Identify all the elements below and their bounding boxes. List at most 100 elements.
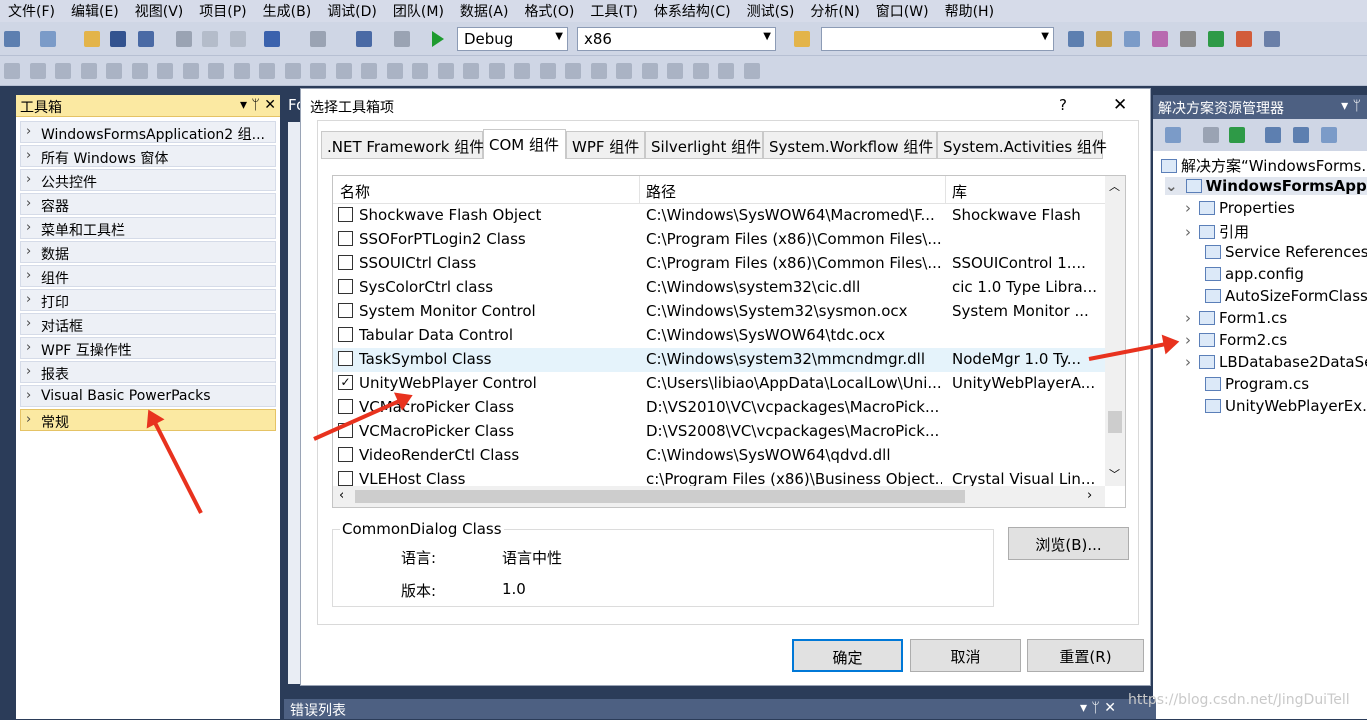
new-project-icon[interactable] — [4, 31, 20, 47]
layout-align-icon[interactable] — [565, 63, 581, 79]
expander-icon[interactable]: › — [1185, 223, 1191, 241]
search-combo[interactable]: ▼ — [821, 27, 1054, 51]
layout-align-icon[interactable] — [335, 63, 352, 79]
menu-item[interactable]: 帮助(H) — [937, 1, 1002, 21]
item-checkbox[interactable] — [338, 279, 353, 294]
class-diagram-icon[interactable] — [1321, 127, 1337, 143]
cut-icon[interactable] — [176, 31, 192, 47]
find-in-files-icon[interactable] — [794, 31, 810, 47]
menu-item[interactable]: 团队(M) — [385, 1, 452, 21]
toolbox-category[interactable]: › 对话框 — [20, 313, 276, 335]
scroll-thumb[interactable] — [1108, 411, 1122, 433]
menu-item[interactable]: 体系结构(C) — [646, 1, 739, 21]
expander-icon[interactable]: › — [1185, 309, 1191, 327]
layout-align-icon[interactable] — [259, 63, 275, 79]
toolbox-category[interactable]: › WPF 互操作性 — [20, 337, 276, 359]
save-icon[interactable] — [110, 31, 126, 47]
menu-item[interactable]: 文件(F) — [0, 1, 63, 21]
layout-align-icon[interactable] — [157, 63, 173, 79]
item-checkbox[interactable] — [338, 207, 353, 222]
menu-item[interactable]: 调试(D) — [319, 1, 385, 21]
solution-tree-item[interactable]: › 引用 — [1185, 221, 1249, 242]
layout-align-icon[interactable] — [208, 63, 224, 79]
solution-tree-item[interactable]: AutoSizeFormClass... — [1205, 287, 1367, 305]
solution-tree-item[interactable]: UnityWebPlayerEx.c... — [1205, 397, 1367, 415]
menu-item[interactable]: 项目(P) — [191, 1, 254, 21]
item-checkbox[interactable] — [338, 327, 353, 342]
expander-icon[interactable]: › — [1185, 331, 1191, 349]
layout-align-icon[interactable] — [488, 63, 505, 79]
redo-icon[interactable] — [310, 31, 326, 47]
save-all-icon[interactable] — [138, 31, 154, 47]
toolbox-category[interactable]: › 打印 — [20, 289, 276, 311]
layout-align-icon[interactable] — [80, 63, 97, 79]
list-item[interactable]: TaskSymbol Class C:\Windows\system32\mmcn… — [333, 348, 1105, 372]
browse-button[interactable]: 浏览(B)... — [1008, 527, 1129, 560]
reset-button[interactable]: 重置(R) — [1027, 639, 1144, 672]
tab-1[interactable]: COM 组件 — [483, 129, 566, 159]
toolbox-category[interactable]: › WindowsFormsApplication2 组... — [20, 121, 276, 143]
layout-align-icon[interactable] — [718, 63, 734, 79]
navigate-icon[interactable] — [356, 31, 372, 47]
item-checkbox[interactable] — [338, 255, 353, 270]
item-checkbox[interactable] — [338, 471, 353, 486]
layout-align-icon[interactable] — [412, 63, 428, 79]
list-item[interactable]: ✓ UnityWebPlayer Control C:\Users\libiao\A… — [333, 372, 1105, 396]
solution-tree-item[interactable]: Service References — [1205, 243, 1367, 261]
solution-tree-item[interactable]: app.config — [1205, 265, 1304, 283]
solution-explorer-icon[interactable] — [1068, 31, 1084, 47]
item-checkbox[interactable] — [338, 399, 353, 414]
tools-icon[interactable] — [1180, 31, 1196, 47]
config-combo[interactable]: Debug ▼ — [457, 27, 568, 51]
pin-icon[interactable]: ▾ ᛘ ✕ — [1080, 700, 1116, 716]
item-checkbox[interactable] — [338, 231, 353, 246]
item-checkbox[interactable] — [338, 303, 353, 318]
list-item[interactable]: SysColorCtrl class C:\Windows\system32\ci… — [333, 276, 1105, 300]
toolbox-category[interactable]: › 容器 — [20, 193, 276, 215]
layout-align-icon[interactable] — [514, 63, 530, 79]
list-item[interactable]: SSOUICtrl Class C:\Program Files (x86)\Co… — [333, 252, 1105, 276]
layout-align-icon[interactable] — [641, 63, 658, 79]
layout-align-icon[interactable] — [310, 63, 326, 79]
expander-icon[interactable]: › — [1185, 199, 1191, 217]
paste-icon[interactable] — [230, 31, 246, 47]
hscroll-thumb[interactable] — [355, 490, 965, 503]
layout-align-icon[interactable] — [539, 63, 556, 79]
toolbox-icon[interactable] — [1152, 31, 1168, 47]
solution-tree-item[interactable]: 解决方案“WindowsForms... — [1161, 155, 1367, 176]
layout-align-icon[interactable] — [692, 63, 709, 79]
layout-align-icon[interactable] — [29, 63, 46, 79]
layout-align-icon[interactable] — [386, 63, 403, 79]
toolbox-category[interactable]: › 菜单和工具栏 — [20, 217, 276, 239]
item-checkbox[interactable]: ✓ — [338, 375, 353, 390]
list-item[interactable]: SSOForPTLogin2 Class C:\Program Files (x8… — [333, 228, 1105, 252]
toolbox-category[interactable]: › 组件 — [20, 265, 276, 287]
menu-item[interactable]: 编辑(E) — [63, 1, 127, 21]
tab-2[interactable]: WPF 组件 — [566, 131, 645, 159]
toolbox-category[interactable]: › 报表 — [20, 361, 276, 383]
expander-icon[interactable]: › — [1185, 353, 1191, 371]
undo-icon[interactable] — [264, 31, 280, 47]
toolbox-category[interactable]: › Visual Basic PowerPacks — [20, 385, 276, 407]
list-item[interactable]: VCMacroPicker Class D:\VS2010\VC\vcpackag… — [333, 396, 1105, 420]
extension-icon[interactable] — [1236, 31, 1252, 47]
properties-icon[interactable] — [1096, 31, 1112, 47]
cancel-button[interactable]: 取消 — [910, 639, 1021, 672]
menu-item[interactable]: 分析(N) — [802, 1, 867, 21]
tab-5[interactable]: System.Activities 组件 — [937, 131, 1107, 159]
layout-align-icon[interactable] — [233, 63, 250, 79]
scroll-right-icon[interactable]: › — [1087, 488, 1092, 503]
find-icon[interactable] — [394, 31, 410, 47]
solution-tree-item[interactable]: › Form2.cs — [1185, 331, 1287, 349]
list-item[interactable]: Shockwave Flash Object C:\Windows\SysWOW6… — [333, 204, 1105, 228]
layout-align-icon[interactable] — [131, 63, 148, 79]
vertical-scrollbar[interactable]: ︿ ﹀ — [1105, 176, 1125, 486]
start-debug-icon[interactable] — [432, 31, 444, 47]
tab-4[interactable]: System.Workflow 组件 — [763, 131, 937, 159]
layout-align-icon[interactable] — [361, 63, 377, 79]
properties-icon[interactable] — [1165, 127, 1181, 143]
horizontal-scrollbar[interactable]: ‹ › — [333, 486, 1105, 507]
object-browser-icon[interactable] — [1124, 31, 1140, 47]
menu-item[interactable]: 测试(S) — [739, 1, 803, 21]
ok-button[interactable]: 确定 — [792, 639, 903, 672]
